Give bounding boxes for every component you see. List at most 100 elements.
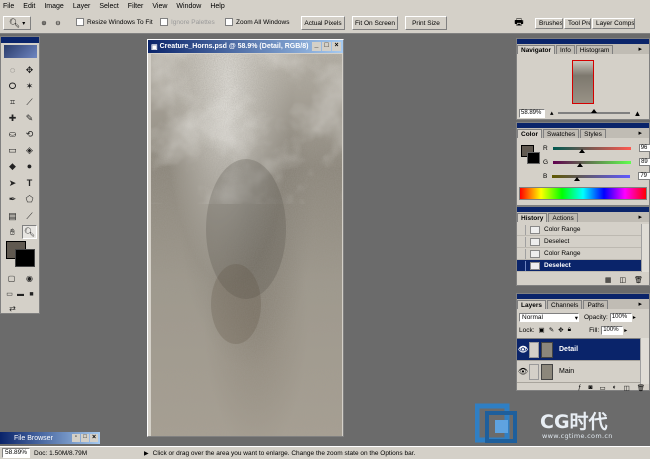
history-source-checkbox[interactable] (517, 248, 526, 259)
palette-well-icon[interactable]: 🖶︎ (513, 16, 525, 30)
canvas-image[interactable] (151, 54, 342, 436)
slider-thumb[interactable] (590, 109, 597, 113)
fill-arrow-icon[interactable]: ▸ (624, 327, 627, 334)
green-slider-thumb[interactable] (577, 162, 584, 167)
jump-to-imageready-icon[interactable]: ⇄ (5, 301, 20, 315)
tab-paths[interactable]: Paths (583, 300, 609, 309)
fit-on-screen-button[interactable]: Fit On Screen (352, 16, 398, 30)
tab-layers[interactable]: Layers (517, 300, 546, 309)
lock-paint-icon[interactable]: ✎ (549, 326, 554, 334)
layer-mask-icon[interactable]: ◙ (589, 384, 593, 391)
tab-info[interactable]: Info (555, 45, 575, 54)
layer-style-icon[interactable]: ƒ (578, 384, 582, 391)
pen-tool-icon[interactable]: ✒ (5, 192, 20, 206)
layer-row[interactable]: 👁︎ Main (517, 361, 640, 383)
visibility-eye-icon[interactable]: 👁︎ (517, 345, 529, 354)
blend-mode-select[interactable]: Normal ▾ (519, 312, 579, 322)
visibility-eye-icon[interactable]: 👁︎ (517, 367, 529, 376)
adjustment-layer-icon[interactable]: ◐ (613, 384, 617, 391)
menu-image[interactable]: Image (44, 3, 63, 10)
palette-menu-icon[interactable]: ▸ (635, 300, 645, 309)
blue-slider[interactable] (552, 174, 631, 181)
shape-tool-icon[interactable]: ⬠ (22, 192, 37, 206)
opacity-arrow-icon[interactable]: ▸ (633, 314, 636, 321)
layers-scrollbar[interactable] (640, 338, 649, 384)
ignore-palettes-checkbox[interactable]: Ignore Palettes (160, 18, 215, 26)
minimize-icon[interactable]: _ (312, 42, 321, 51)
history-source-checkbox[interactable] (517, 260, 526, 271)
menu-window[interactable]: Window (176, 3, 201, 10)
navigator-preview[interactable] (519, 56, 647, 106)
move-tool-icon[interactable]: ✥ (22, 63, 37, 77)
brush-tool-icon[interactable]: ✎ (22, 111, 37, 125)
slice-tool-icon[interactable]: ⟋ (22, 95, 37, 109)
palette-menu-icon[interactable]: ▸ (635, 45, 645, 54)
lock-position-icon[interactable]: ✥ (558, 326, 563, 334)
paint-bucket-tool-icon[interactable]: ◈ (22, 143, 37, 157)
layer-link-box[interactable] (529, 363, 539, 380)
tab-actions[interactable]: Actions (548, 213, 578, 222)
maximize-icon[interactable]: □ (81, 434, 89, 442)
tool-preset-picker[interactable]: 🔍︎ ▾ (3, 16, 31, 30)
history-item[interactable]: Color Range (517, 248, 641, 260)
trash-icon[interactable]: 🗑︎ (634, 276, 643, 284)
hand-tool-icon[interactable]: ✋︎ (5, 225, 20, 239)
eyedropper-tool-icon[interactable]: ⟋ (22, 209, 37, 223)
close-icon[interactable]: × (332, 42, 341, 51)
new-document-from-state-icon[interactable]: ▦ (605, 276, 612, 284)
tab-histogram[interactable]: Histogram (575, 45, 614, 54)
blue-value-field[interactable]: 79 (638, 172, 650, 180)
tab-tool-presets[interactable]: Tool Presets (564, 18, 591, 29)
menu-filter[interactable]: Filter (128, 3, 144, 10)
clone-stamp-tool-icon[interactable]: ⛀ (5, 127, 20, 141)
tab-navigator[interactable]: Navigator (517, 45, 555, 54)
layer-brush-icon[interactable] (529, 341, 539, 358)
palette-menu-icon[interactable]: ▸ (635, 129, 645, 138)
history-item-selected[interactable]: Deselect (517, 260, 641, 272)
opacity-field[interactable]: 100% (609, 312, 632, 322)
resize-windows-checkbox[interactable]: Resize Windows To Fit (76, 18, 153, 26)
tab-channels[interactable]: Channels (546, 300, 583, 309)
lock-all-icon[interactable]: 🔒︎ (568, 326, 571, 334)
history-scrollbar[interactable] (641, 224, 649, 272)
healing-brush-tool-icon[interactable]: ✚ (5, 111, 20, 125)
toolbox-titlebar[interactable] (1, 37, 39, 43)
zoom-out-icon[interactable]: ⊖ (52, 16, 64, 30)
new-snapshot-icon[interactable]: ◫ (619, 276, 626, 284)
status-doc-size[interactable]: Doc: 1.50M/8.79M (34, 450, 144, 457)
standard-mode-icon[interactable]: ▢ (4, 271, 19, 285)
restore-icon[interactable]: ▫ (72, 434, 80, 442)
fill-field[interactable]: 100% (601, 325, 624, 335)
menu-view[interactable]: View (152, 3, 167, 10)
maximize-icon[interactable]: □ (322, 42, 331, 51)
history-item[interactable]: Deselect (517, 236, 641, 248)
color-background-swatch[interactable] (527, 152, 540, 164)
navigator-view-box[interactable] (572, 60, 594, 104)
dodge-tool-icon[interactable]: ● (22, 159, 37, 173)
red-slider-thumb[interactable] (579, 148, 586, 153)
red-slider[interactable] (552, 146, 631, 153)
menu-select[interactable]: Select (99, 3, 118, 10)
trash-icon[interactable]: 🗑︎ (637, 384, 645, 392)
blur-tool-icon[interactable]: ◆ (5, 159, 20, 173)
crop-tool-icon[interactable]: ⌗ (5, 95, 20, 109)
menu-file[interactable]: File (3, 3, 14, 10)
notes-tool-icon[interactable]: ▤ (5, 209, 20, 223)
actual-pixels-button[interactable]: Actual Pixels (301, 16, 345, 30)
background-color-swatch[interactable] (15, 249, 35, 267)
tab-brushes[interactable]: Brushes (535, 18, 563, 29)
close-icon[interactable]: × (90, 434, 98, 442)
file-browser-window[interactable]: File Browser ▫ □ × (0, 432, 100, 444)
new-layer-icon[interactable]: ◫ (624, 384, 630, 392)
history-item[interactable]: Color Range (517, 224, 641, 236)
print-size-button[interactable]: Print Size (405, 16, 447, 30)
layer-row-selected[interactable]: 👁︎ Detail (517, 339, 640, 361)
type-tool-icon[interactable]: T (22, 176, 37, 190)
tab-swatches[interactable]: Swatches (542, 129, 580, 138)
full-screen-mode-icon[interactable]: ■ (24, 287, 39, 301)
history-brush-tool-icon[interactable]: ⟲ (22, 127, 37, 141)
navigator-zoom-slider[interactable] (557, 109, 630, 114)
zoom-tool-icon[interactable]: 🔍︎ (22, 225, 37, 239)
history-source-checkbox[interactable] (517, 236, 526, 247)
marquee-tool-icon[interactable]: ◌ (5, 63, 20, 77)
